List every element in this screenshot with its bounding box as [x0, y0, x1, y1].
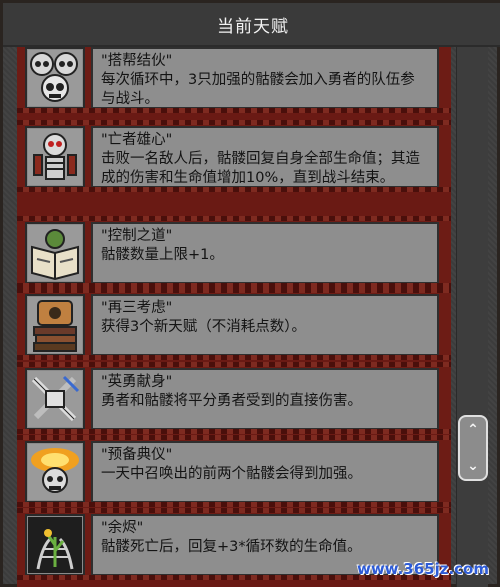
talent-card: "控制之道" 骷髅数量上限+1。: [91, 222, 439, 284]
chevron-up-icon[interactable]: ⌃: [467, 423, 479, 437]
talent-row[interactable]: "再三考虑" 获得3个新天赋（不消耗点数）。: [17, 288, 451, 360]
talent-desc: 勇者和骷髅将平分勇者受到的直接伤害。: [101, 393, 362, 409]
talent-desc: 获得3个新天赋（不消耗点数）。: [101, 319, 306, 335]
talent-card: "预备典仪" 一天中召唤出的前两个骷髅会得到加强。: [91, 441, 439, 503]
talent-name: "预备典仪": [101, 447, 173, 463]
talent-desc: 每次循环中，3只加强的骷髅会加入勇者的队伍参与战斗。: [101, 72, 415, 107]
panel-title: 当前天赋: [217, 16, 289, 37]
skull-pile-icon: [25, 47, 85, 109]
watermark: www.365jz.com: [356, 560, 489, 578]
talent-name: "余烬": [101, 520, 144, 536]
talent-desc: 骷髅数量上限+1。: [101, 247, 224, 263]
bones-weapons-icon: [25, 368, 85, 430]
talent-name: "亡者雄心": [101, 132, 173, 148]
talent-card: "再三考虑" 获得3个新天赋（不消耗点数）。: [91, 294, 439, 356]
glowing-skull-icon: [25, 441, 85, 503]
talent-name: "搭帮结伙": [101, 53, 173, 69]
talent-card: "亡者雄心" 击败一名敌人后，骷髅回复自身全部生命值；其造成的伤害和生命值增加1…: [91, 126, 439, 188]
skeleton-warrior-icon: [25, 126, 85, 188]
title-bar: 当前天赋: [3, 3, 500, 47]
talent-row[interactable]: "亡者雄心" 击败一名敌人后，骷髅回复自身全部生命值；其造成的伤害和生命值增加1…: [17, 120, 451, 192]
talent-row[interactable]: "控制之道" 骷髅数量上限+1。: [17, 216, 451, 288]
talent-row[interactable]: "搭帮结伙" 每次循环中，3只加强的骷髅会加入勇者的队伍参与战斗。: [17, 47, 451, 113]
talent-name: "英勇献身": [101, 374, 173, 390]
scrollbar-handle[interactable]: ⌃ ⌄: [458, 415, 488, 481]
talent-row[interactable]: "英勇献身" 勇者和骷髅将平分勇者受到的直接伤害。: [17, 362, 451, 434]
chevron-down-icon[interactable]: ⌄: [467, 459, 479, 473]
talent-desc: 骷髅死亡后，回复+3*循环数的生命值。: [101, 539, 362, 555]
talent-name: "控制之道": [101, 228, 173, 244]
talent-card: "搭帮结伙" 每次循环中，3只加强的骷髅会加入勇者的队伍参与战斗。: [91, 47, 439, 109]
talent-desc: 击败一名敌人后，骷髅回复自身全部生命值；其造成的伤害和生命值增加10%，直到战斗…: [101, 151, 420, 186]
talent-desc: 一天中召唤出的前两个骷髅会得到加强。: [101, 466, 362, 482]
talent-card: "英勇献身" 勇者和骷髅将平分勇者受到的直接伤害。: [91, 368, 439, 430]
talent-panel: 当前天赋 "搭帮结伙" 每次循环中，3只加强的骷髅会加入勇者的队伍参与战斗。 "…: [0, 0, 500, 587]
talent-name: "再三考虑": [101, 300, 173, 316]
book-stack-icon: [25, 294, 85, 356]
talent-row[interactable]: "预备典仪" 一天中召唤出的前两个骷髅会得到加强。: [17, 435, 451, 507]
scrollbar-track[interactable]: [456, 47, 488, 587]
talent-list[interactable]: "搭帮结伙" 每次循环中，3只加强的骷髅会加入勇者的队伍参与战斗。 "亡者雄心"…: [17, 47, 451, 587]
open-book-icon: [25, 222, 85, 284]
ember-ribcage-icon: [25, 514, 85, 576]
